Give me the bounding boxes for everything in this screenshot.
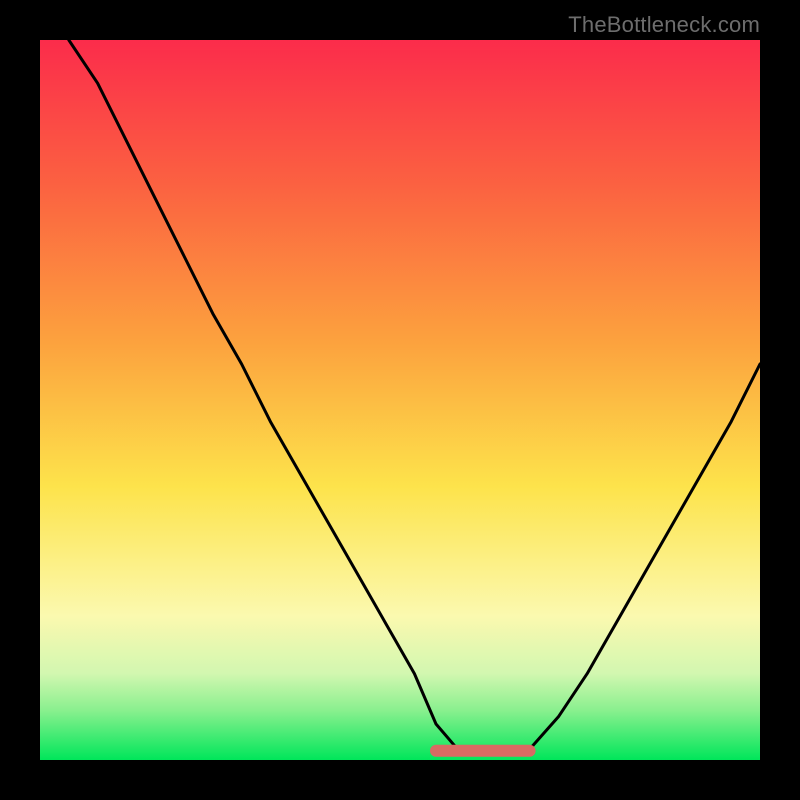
curve-layer (40, 40, 760, 760)
plot-area (40, 40, 760, 760)
watermark-text: TheBottleneck.com (568, 12, 760, 38)
chart-frame: TheBottleneck.com (0, 0, 800, 800)
bottleneck-curve (69, 40, 760, 753)
